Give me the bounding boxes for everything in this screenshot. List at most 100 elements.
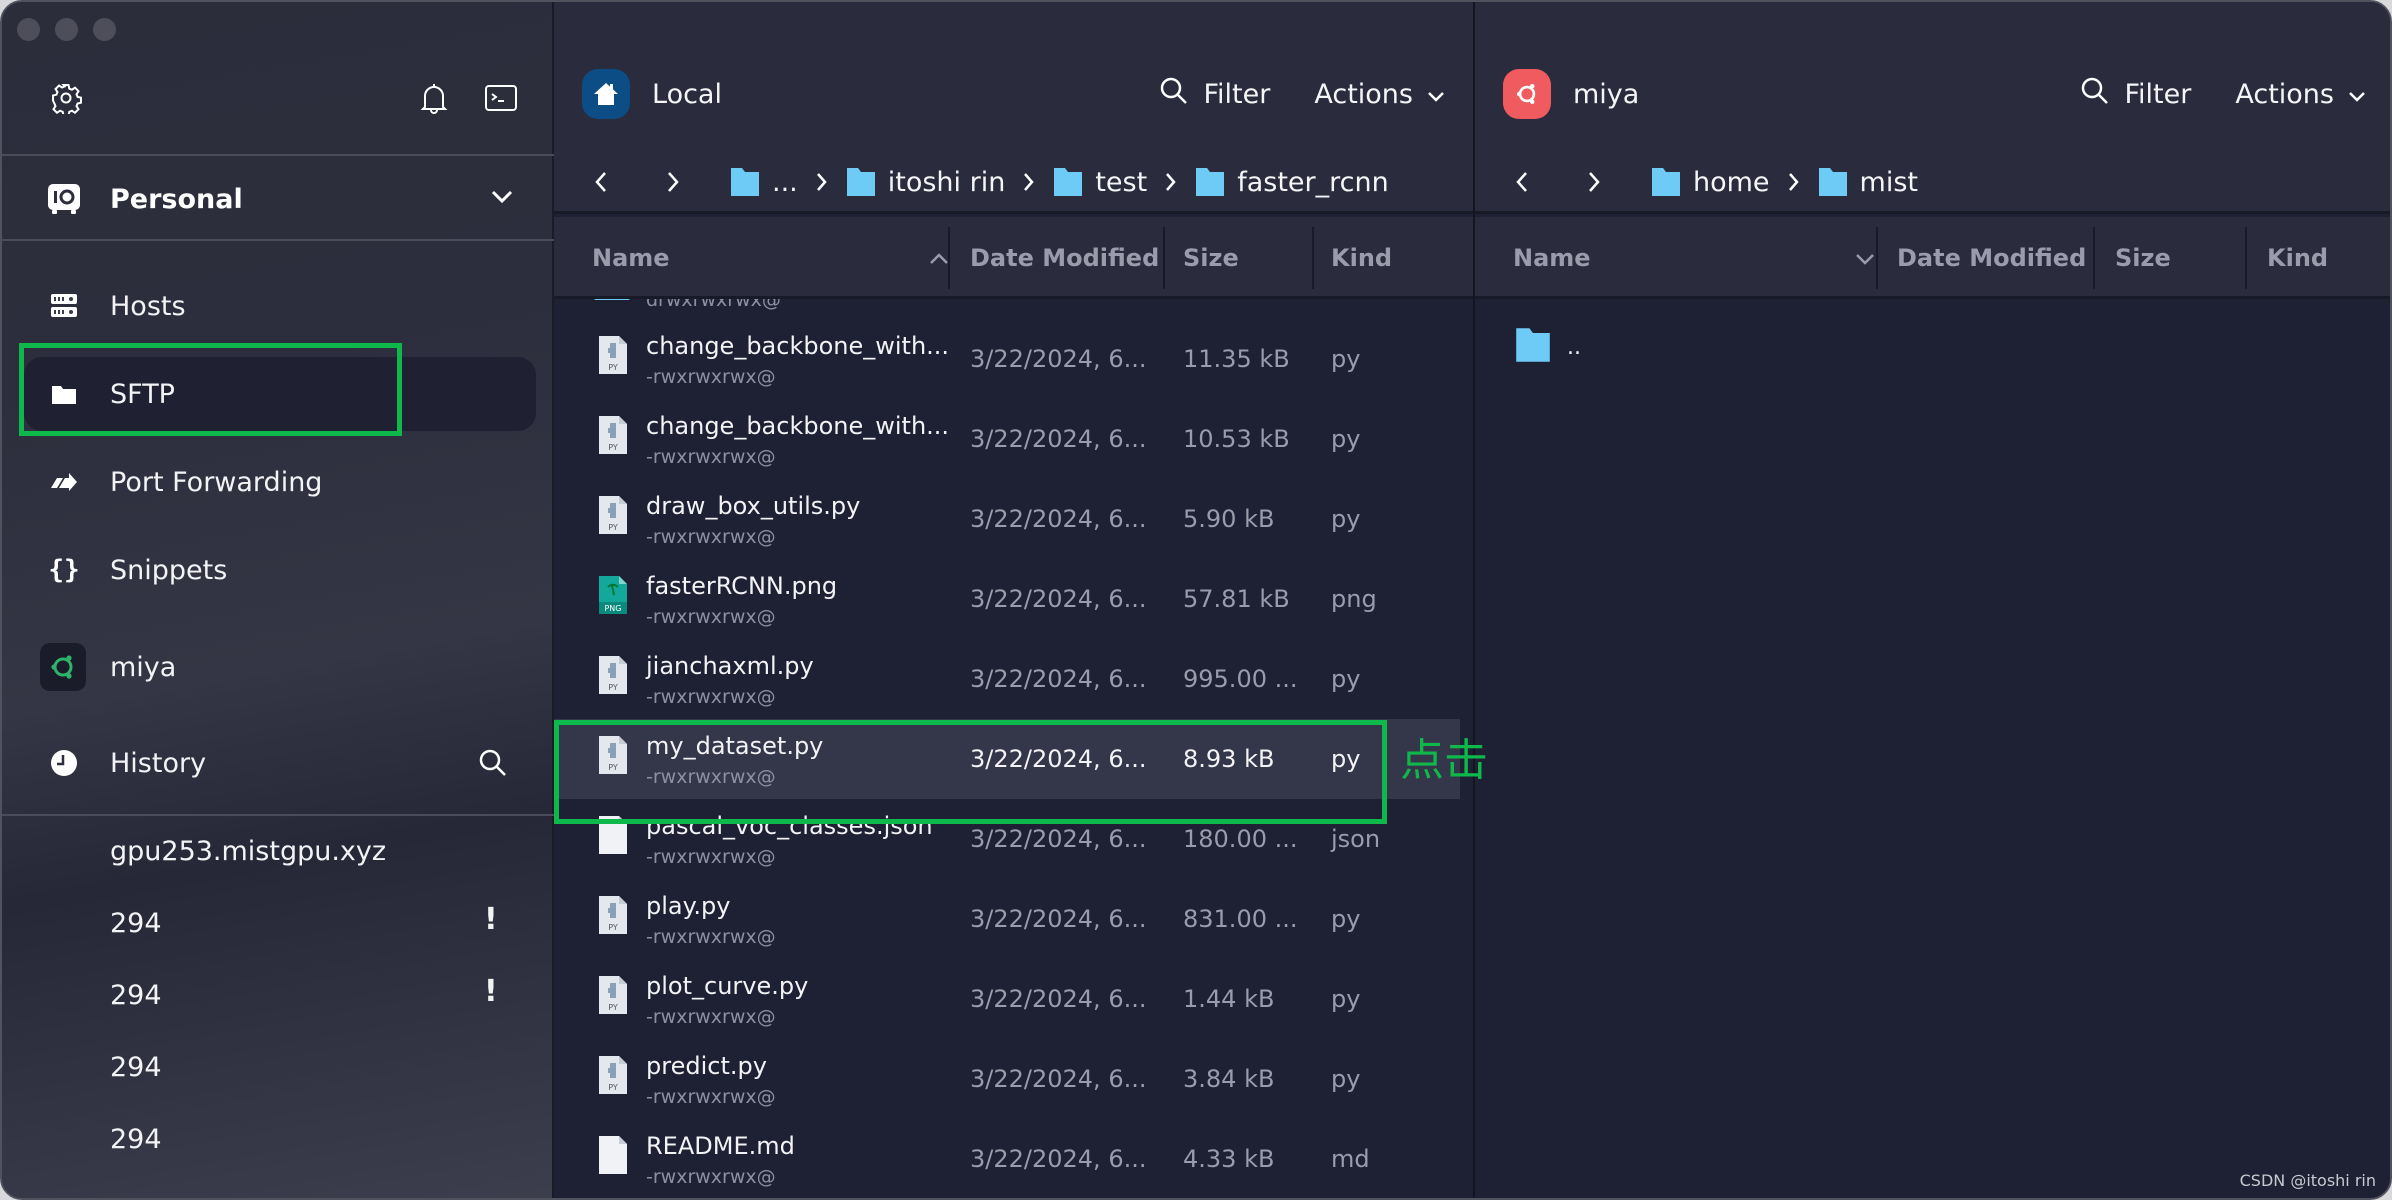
file-permissions: drwxrwxrwx@ <box>646 299 781 311</box>
column-label: Kind <box>1331 244 1393 272</box>
file-date-modified: 3/22/2024, 6... <box>970 345 1147 373</box>
file-size: 180.00 ... <box>1183 825 1298 853</box>
breadcrumb-item[interactable]: home <box>1651 167 1770 198</box>
column-date-modified[interactable]: Date Modified <box>1897 227 2086 289</box>
actions-label: Actions <box>1314 78 1413 110</box>
file-size: 8.93 kB <box>1183 745 1275 773</box>
file-row[interactable]: PNG fasterRCNN.png -rwxrwxrwx@ 3/22/2024, 6… <box>554 559 1473 639</box>
minimize-window-button[interactable] <box>55 18 78 41</box>
column-name[interactable]: Name <box>1513 227 1883 289</box>
breadcrumb-item[interactable]: itoshi rin <box>846 166 1006 198</box>
bell-icon[interactable] <box>416 80 452 116</box>
file-row[interactable]: PY jianchaxml.py -rwxrwxrwx@ 3/22/2024, 6..… <box>554 639 1473 719</box>
column-kind[interactable]: Kind <box>2267 227 2328 289</box>
file-row[interactable]: PY plot_curve.py -rwxrwxrwx@ 3/22/2024, 6..… <box>554 959 1473 1039</box>
remote-file-list: .. <box>1475 299 2390 1198</box>
zoom-window-button[interactable] <box>93 18 116 41</box>
back-button[interactable] <box>1507 171 1537 193</box>
breadcrumb-label: ... <box>772 166 798 198</box>
column-kind[interactable]: Kind <box>1331 227 1392 289</box>
svg-text:PY: PY <box>608 763 618 772</box>
file-size: 10.53 kB <box>1183 425 1290 453</box>
python-file-icon: PY <box>598 1055 628 1095</box>
remote-filter-button[interactable]: Filter <box>2080 76 2191 113</box>
breadcrumb-label: itoshi rin <box>887 166 1006 198</box>
file-size: 1.44 kB <box>1183 985 1275 1013</box>
file-kind: md <box>1331 1145 1370 1173</box>
file-row[interactable]: pascal_voc_classes.json -rwxrwxrwx@ 3/22/2… <box>554 799 1473 879</box>
sidebar-item-history[interactable]: History <box>24 726 536 800</box>
history-item[interactable]: 294 <box>110 980 162 1011</box>
file-date-modified: 3/22/2024, 6... <box>970 585 1147 613</box>
back-button[interactable] <box>586 171 616 193</box>
sidebar-item-sftp[interactable]: SFTP <box>24 357 536 431</box>
breadcrumb-item[interactable]: faster_rcnn <box>1195 167 1389 198</box>
history-item[interactable]: 294 <box>110 908 162 939</box>
sidebar-item-label: History <box>110 747 207 779</box>
breadcrumb-item[interactable]: test <box>1053 167 1147 198</box>
breadcrumb-item[interactable]: mist <box>1818 167 1918 198</box>
file-row-parent-directory[interactable]: .. <box>1475 317 2390 397</box>
file-row[interactable]: PY change_backbone_with... -rwxrwxrwx@ 3/22… <box>554 399 1473 479</box>
file-name: jianchaxml.py <box>646 652 814 680</box>
remote-title: miya <box>1573 78 1640 110</box>
filter-label: Filter <box>2124 78 2192 110</box>
file-permissions: -rwxrwxrwx@ <box>646 1086 776 1108</box>
forward-button[interactable] <box>658 171 688 193</box>
column-name[interactable]: Name <box>592 227 957 289</box>
file-row[interactable]: PY draw_box_utils.py -rwxrwxrwx@ 3/22/2024,… <box>554 479 1473 559</box>
history-item[interactable]: 294 <box>110 1124 162 1155</box>
file-permissions: -rwxrwxrwx@ <box>646 686 776 708</box>
file-date-modified: 3/22/2024, 6... <box>970 425 1147 453</box>
file-row-selected[interactable]: PY my_dataset.py -rwxrwxrwx@ 3/22/2024, 6..… <box>554 719 1460 799</box>
remote-actions-menu[interactable]: Actions <box>2235 79 2366 110</box>
terminal-icon[interactable] <box>483 82 519 114</box>
column-divider[interactable] <box>1312 227 1314 289</box>
sidebar-item-hosts[interactable]: Hosts <box>24 269 536 343</box>
history-item[interactable]: gpu253.mistgpu.xyz <box>110 836 386 867</box>
column-size[interactable]: Size <box>2115 227 2171 289</box>
column-divider[interactable] <box>2093 227 2095 289</box>
column-size[interactable]: Size <box>1183 227 1239 289</box>
search-icon <box>1159 76 1189 113</box>
column-divider[interactable] <box>1163 227 1165 289</box>
file-date-modified: 3/22/2024, 6... <box>970 905 1147 933</box>
search-icon <box>2080 76 2110 113</box>
sidebar-item-miya[interactable]: miya <box>24 630 536 704</box>
file-kind: py <box>1331 1065 1361 1093</box>
vault-selector[interactable]: Personal <box>2 162 554 237</box>
breadcrumb-item[interactable]: ... <box>730 167 798 198</box>
python-file-icon: PY <box>598 735 628 775</box>
file-row[interactable]: PY predict.py -rwxrwxrwx@ 3/22/2024, 6... 3.… <box>554 1039 1473 1119</box>
file-kind: py <box>1331 745 1361 773</box>
gear-icon[interactable] <box>48 80 84 116</box>
file-row[interactable]: README.md -rwxrwxrwx@ 3/22/2024, 6... 4.33 … <box>554 1119 1473 1198</box>
local-actions-menu[interactable]: Actions <box>1314 79 1445 110</box>
search-icon[interactable] <box>478 748 508 782</box>
chevron-down-icon[interactable] <box>490 189 514 209</box>
file-date-modified: 3/22/2024, 6... <box>970 665 1147 693</box>
close-window-button[interactable] <box>17 18 40 41</box>
column-divider[interactable] <box>948 227 950 289</box>
file-row[interactable]: drwxrwxrwx@ <box>554 299 1473 319</box>
column-label: Date Modified <box>970 244 1160 272</box>
column-divider[interactable] <box>2245 227 2247 289</box>
chevron-down-icon <box>2348 79 2366 110</box>
local-pane-header: Local Filter Actions ... itoshi rin test… <box>554 2 1473 214</box>
file-name: predict.py <box>646 1052 767 1080</box>
file-name: draw_box_utils.py <box>646 492 861 520</box>
sidebar-item-port-forwarding[interactable]: Port Forwarding <box>24 445 536 519</box>
local-breadcrumb: ... itoshi rin test faster_rcnn <box>586 157 1389 207</box>
svg-text:PY: PY <box>608 683 618 692</box>
local-title: Local <box>652 78 722 110</box>
folder-icon <box>846 168 875 196</box>
column-divider[interactable] <box>1876 227 1878 289</box>
sidebar-item-snippets[interactable]: {} Snippets <box>24 533 536 607</box>
history-item[interactable]: 294 <box>110 1052 162 1083</box>
forward-button[interactable] <box>1579 171 1609 193</box>
column-date-modified[interactable]: Date Modified <box>970 227 1159 289</box>
local-filter-button[interactable]: Filter <box>1159 76 1270 113</box>
file-row[interactable]: PY change_backbone_with... -rwxrwxrwx@ 3/22… <box>554 319 1473 399</box>
file-row[interactable]: PY play.py -rwxrwxrwx@ 3/22/2024, 6... 831.0… <box>554 879 1473 959</box>
svg-text:PY: PY <box>608 443 618 452</box>
